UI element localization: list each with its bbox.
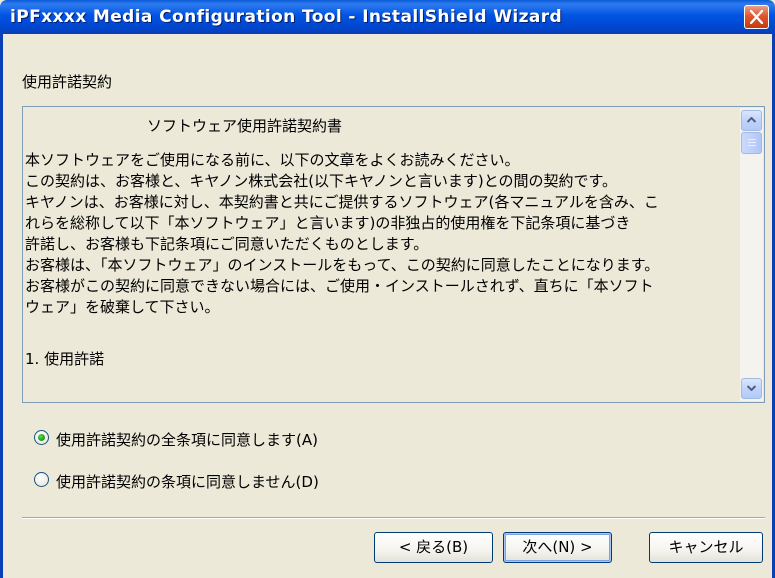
vertical-scrollbar[interactable] — [740, 108, 763, 401]
close-button[interactable] — [744, 5, 769, 29]
button-separator — [22, 517, 765, 519]
license-line: ウェア」を破棄して下さい。 — [25, 298, 220, 316]
chevron-up-icon — [747, 117, 756, 123]
license-content: ソフトウェア使用許諾契約書 本ソフトウェアをご使用になる前に、以下の文章をよくお… — [25, 109, 740, 400]
scroll-down-button[interactable] — [741, 378, 762, 399]
license-line: キヤノンは、お客様に対し、本契約書と共にご提供するソフトウェア(各マニュアルを含… — [25, 193, 659, 211]
accept-radio-label[interactable]: 使用許諾契約の全条項に同意します(A) — [56, 429, 318, 450]
license-line: 1. 使用許諾 — [25, 350, 105, 368]
license-line: 本ソフトウェアをご使用になる前に、以下の文章をよくお読みください。 — [25, 151, 520, 169]
license-line: この契約は、お客様と、キヤノン株式会社(以下キヤノンと言います)との間の契約です… — [25, 172, 618, 190]
section-label: 使用許諾契約 — [22, 73, 113, 91]
license-heading: ソフトウェア使用許諾契約書 — [147, 117, 343, 135]
thumb-grip — [748, 142, 756, 143]
scroll-up-button[interactable] — [741, 110, 762, 131]
license-line: れらを総称して以下「本ソフトウェア」と言います)の非独占的使用権を下記条項に基づ… — [25, 214, 631, 232]
license-line: お客様は、「本ソフトウェア」のインストールをもって、この契約に同意したことになり… — [25, 256, 660, 274]
cancel-button[interactable]: キャンセル — [649, 532, 763, 563]
decline-radio-button[interactable] — [34, 472, 49, 487]
back-button[interactable]: < 戻る(B) — [374, 532, 493, 563]
window-border-left — [0, 34, 3, 578]
accept-radio-button[interactable] — [34, 430, 49, 445]
scroll-thumb[interactable] — [741, 132, 762, 154]
next-button[interactable]: 次へ(N) > — [503, 532, 612, 563]
thumb-grip — [748, 139, 756, 140]
thumb-grip — [748, 145, 756, 146]
license-line: お客様がこの契約に同意できない場合には、ご使用・インストールされず、直ちに「本ソ… — [25, 277, 654, 295]
radio-selected-dot — [38, 434, 45, 441]
license-line: 許諾し、お客様も下記条項にご同意いただくものとします。 — [25, 235, 429, 253]
decline-radio-label[interactable]: 使用許諾契約の条項に同意しません(D) — [56, 471, 319, 492]
license-text-box[interactable]: ソフトウェア使用許諾契約書 本ソフトウェアをご使用になる前に、以下の文章をよくお… — [22, 106, 765, 403]
title-bar[interactable]: iPFxxxx Media Configuration Tool - Insta… — [0, 0, 775, 34]
close-icon — [750, 10, 763, 24]
window-title: iPFxxxx Media Configuration Tool - Insta… — [10, 7, 563, 27]
chevron-down-icon — [747, 385, 756, 391]
